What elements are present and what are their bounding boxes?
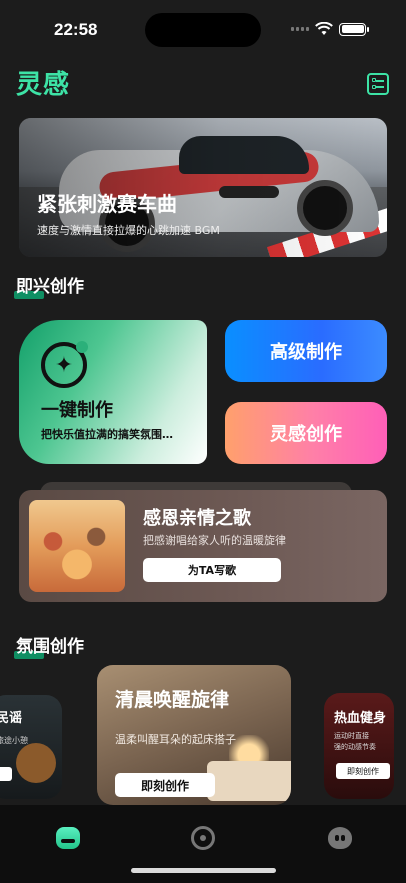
inspiration-create-button[interactable]: 灵感创作 bbox=[225, 402, 387, 464]
tab-me-icon[interactable] bbox=[327, 825, 353, 851]
page-title: 灵感 bbox=[16, 70, 71, 100]
create-now-button[interactable]: 即刻创作 bbox=[336, 763, 390, 779]
family-dinner-image bbox=[29, 500, 125, 592]
family-song-title: 感恩亲情之歌 bbox=[143, 508, 251, 529]
mood-card-fitness[interactable]: 热血健身 运动时直接 强的动感节奏 即刻创作 bbox=[324, 693, 394, 799]
advanced-create-button[interactable]: 高级制作 bbox=[225, 320, 387, 382]
one-click-card[interactable]: ✦ 一键制作 把快乐值拉满的搞笑氛围… bbox=[19, 320, 207, 464]
mood-card-title: 热血健身 bbox=[334, 711, 387, 726]
hero-subtitle: 速度与激情直接拉爆的心跳加速 BGM bbox=[37, 224, 220, 237]
family-song-card[interactable]: 感恩亲情之歌 把感谢唱给家人听的温暖旋律 为TA写歌 bbox=[19, 490, 387, 602]
write-song-button[interactable]: 为TA写歌 bbox=[143, 558, 281, 582]
tab-create-icon[interactable] bbox=[190, 825, 216, 851]
hero-title: 紧张刺激赛车曲 bbox=[37, 192, 177, 216]
one-click-title: 一键制作 bbox=[41, 400, 113, 421]
hero-banner[interactable]: 紧张刺激赛车曲 速度与激情直接拉爆的心跳加速 BGM bbox=[19, 118, 387, 257]
one-click-subtitle: 把快乐值拉满的搞笑氛围… bbox=[41, 428, 173, 441]
mood-card-morning[interactable]: 清晨唤醒旋律 温柔叫醒耳朵的起床搭子 即刻创作 bbox=[97, 665, 291, 805]
mood-card-button[interactable] bbox=[0, 767, 12, 781]
status-time: 22:58 bbox=[54, 20, 98, 39]
battery-icon bbox=[339, 22, 369, 36]
mood-card-title: 民谣 bbox=[0, 711, 23, 726]
home-indicator[interactable] bbox=[131, 868, 276, 873]
wifi-icon bbox=[315, 22, 333, 35]
mood-card-subtitle: 旅途小憩 bbox=[0, 736, 28, 745]
status-icons bbox=[291, 22, 369, 36]
mood-card-folk[interactable]: 民谣 旅途小憩 bbox=[0, 695, 62, 799]
section-title-impromptu: 即兴创作 bbox=[14, 272, 84, 299]
cellular-icon bbox=[291, 27, 309, 31]
mood-card-title: 清晨唤醒旋律 bbox=[115, 689, 230, 711]
bed-image bbox=[207, 761, 291, 801]
tab-home-icon[interactable] bbox=[55, 825, 81, 851]
create-now-button[interactable]: 即刻创作 bbox=[115, 773, 215, 797]
mood-card-subtitle: 温柔叫醒耳朵的起床搭子 bbox=[115, 733, 236, 746]
mood-card-subtitle: 运动时直接 强的动感节奏 bbox=[334, 731, 376, 753]
sparkle-icon: ✦ bbox=[41, 341, 88, 388]
status-bar: 22:58 bbox=[0, 0, 406, 56]
dynamic-island bbox=[145, 13, 261, 47]
family-song-subtitle: 把感谢唱给家人听的温暖旋律 bbox=[143, 534, 286, 547]
checklist-icon[interactable] bbox=[367, 73, 389, 95]
mood-card-subtitle-line: 强的动感节奏 bbox=[334, 743, 376, 751]
guitar-image bbox=[16, 743, 56, 783]
mood-card-subtitle-line: 运动时直接 bbox=[334, 732, 369, 740]
section-title-mood: 氛围创作 bbox=[14, 632, 84, 659]
